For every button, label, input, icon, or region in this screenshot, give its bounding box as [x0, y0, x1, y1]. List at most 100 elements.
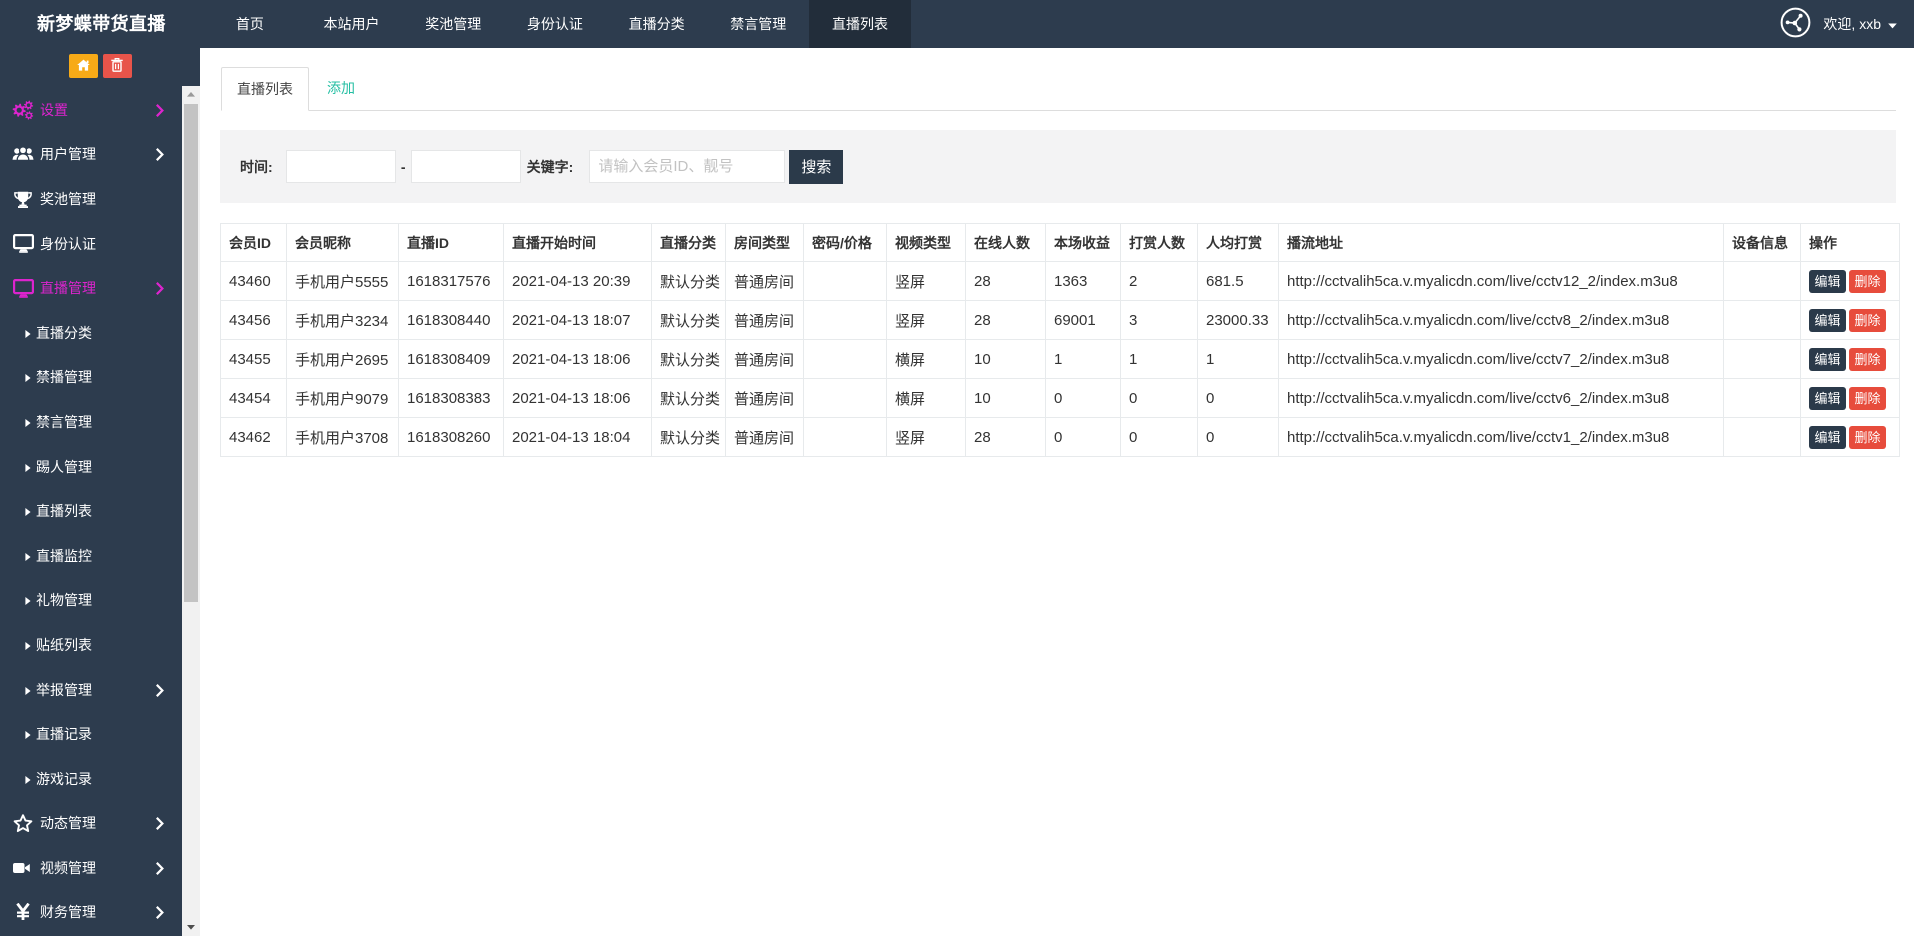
cell — [804, 418, 887, 457]
sidebar-item-4[interactable]: 身份认证 — [0, 221, 182, 266]
time-range-separator: - — [400, 159, 407, 175]
cell — [804, 301, 887, 340]
sidebar-item-14[interactable]: 举报管理 — [0, 667, 182, 712]
sidebar-item-3[interactable]: 奖池管理 — [0, 177, 182, 222]
top-nav-item-5[interactable]: 直播分类 — [606, 0, 708, 48]
sidebar-item-label: 禁言管理 — [36, 412, 92, 432]
cell: 普通房间 — [726, 418, 804, 457]
triangle-right-icon — [25, 771, 31, 787]
sidebar-item-label: 动态管理 — [40, 813, 96, 833]
time-to-input[interactable] — [411, 150, 521, 183]
sidebar-item-9[interactable]: 踢人管理 — [0, 444, 182, 489]
home-button[interactable] — [69, 54, 98, 78]
cell: 1 — [1046, 340, 1121, 379]
sidebar-item-label: 用户管理 — [40, 144, 96, 164]
triangle-right-icon — [25, 548, 31, 564]
edit-button[interactable]: 编辑 — [1809, 270, 1846, 293]
sidebar-item-10[interactable]: 直播列表 — [0, 489, 182, 534]
scrollbar-thumb[interactable] — [184, 104, 198, 602]
cell — [1724, 379, 1801, 418]
keyword-input[interactable] — [589, 150, 785, 183]
delete-button[interactable]: 删除 — [1849, 426, 1886, 449]
cell — [804, 262, 887, 301]
trash-button[interactable] — [103, 54, 132, 78]
scroll-up-arrow-icon[interactable] — [182, 86, 200, 103]
search-button[interactable]: 搜索 — [789, 150, 843, 184]
home-icon — [77, 59, 90, 74]
keyword-label: 关键字: — [527, 157, 574, 177]
scroll-down-arrow-icon[interactable] — [182, 919, 200, 936]
desktop-icon — [12, 279, 34, 298]
cell: 1618308440 — [399, 301, 504, 340]
sidebar-item-11[interactable]: 直播监控 — [0, 533, 182, 578]
time-from-input[interactable] — [286, 150, 396, 183]
top-nav-item-1[interactable]: 首页 — [199, 0, 301, 48]
edit-button[interactable]: 编辑 — [1809, 348, 1846, 371]
sidebar-item-label: 设置 — [40, 100, 68, 120]
edit-button[interactable]: 编辑 — [1809, 309, 1846, 332]
triangle-right-icon — [25, 503, 31, 519]
cell: 1618308383 — [399, 379, 504, 418]
sidebar-item-13[interactable]: 贴纸列表 — [0, 623, 182, 668]
delete-button[interactable]: 删除 — [1849, 309, 1886, 332]
user-menu[interactable]: 欢迎, xxb — [1780, 0, 1897, 48]
cell: 普通房间 — [726, 262, 804, 301]
chevron-right-icon — [155, 147, 165, 165]
sidebar-item-5[interactable]: 直播管理 — [0, 266, 182, 311]
chevron-right-icon — [155, 683, 165, 701]
top-nav-item-2[interactable]: 本站用户 — [301, 0, 403, 48]
column-header-15: 操作 — [1801, 224, 1900, 262]
cell: 28 — [966, 262, 1046, 301]
chevron-right-icon — [155, 103, 165, 121]
cell: 0 — [1046, 418, 1121, 457]
sidebar-menu: 设置 用户管理 奖池管理 身份认证 直播管理直播分类禁播管理禁言管理踢人管理直播… — [0, 86, 182, 936]
delete-button[interactable]: 删除 — [1849, 387, 1886, 410]
sidebar-item-1[interactable]: 设置 — [0, 88, 182, 133]
cell: 43455 — [221, 340, 287, 379]
sidebar-scrollbar[interactable] — [182, 86, 200, 936]
sidebar: 设置 用户管理 奖池管理 身份认证 直播管理直播分类禁播管理禁言管理踢人管理直播… — [0, 48, 200, 936]
cell: 2021-04-13 20:39 — [504, 262, 652, 301]
cell: 1 — [1198, 340, 1279, 379]
cell: 0 — [1198, 379, 1279, 418]
sidebar-item-19[interactable]: 财务管理 — [0, 890, 182, 935]
cell: 43462 — [221, 418, 287, 457]
content-tabs: 直播列表 添加 — [221, 67, 1896, 111]
chevron-right-icon — [155, 905, 165, 923]
sidebar-item-12[interactable]: 礼物管理 — [0, 578, 182, 623]
sidebar-item-16[interactable]: 游戏记录 — [0, 756, 182, 801]
tab-add[interactable]: 添加 — [309, 67, 373, 110]
delete-button[interactable]: 删除 — [1849, 270, 1886, 293]
sidebar-item-18[interactable]: 视频管理 — [0, 846, 182, 891]
sidebar-item-15[interactable]: 直播记录 — [0, 712, 182, 757]
top-nav-item-7[interactable]: 直播列表 — [809, 0, 911, 48]
table-row-3: 43455手机用户269516183084092021-04-13 18:06默… — [221, 340, 1900, 379]
edit-button[interactable]: 编辑 — [1809, 387, 1846, 410]
cell: 2021-04-13 18:06 — [504, 379, 652, 418]
cell: 1618308260 — [399, 418, 504, 457]
triangle-right-icon — [25, 592, 31, 608]
column-header-4: 直播开始时间 — [504, 224, 652, 262]
sidebar-item-2[interactable]: 用户管理 — [0, 132, 182, 177]
cell: 默认分类 — [652, 301, 726, 340]
sidebar-item-6[interactable]: 直播分类 — [0, 310, 182, 355]
sidebar-item-label: 礼物管理 — [36, 590, 92, 610]
app-brand: 新梦蝶带货直播 — [37, 0, 166, 48]
column-header-14: 设备信息 — [1724, 224, 1801, 262]
sidebar-item-17[interactable]: 动态管理 — [0, 801, 182, 846]
cell: 2021-04-13 18:06 — [504, 340, 652, 379]
tab-live-list[interactable]: 直播列表 — [221, 67, 309, 111]
column-header-11: 打赏人数 — [1121, 224, 1198, 262]
cell: 横屏 — [887, 340, 966, 379]
sidebar-item-7[interactable]: 禁播管理 — [0, 355, 182, 400]
sidebar-item-8[interactable]: 禁言管理 — [0, 400, 182, 445]
top-nav-item-3[interactable]: 奖池管理 — [402, 0, 504, 48]
cell: 1363 — [1046, 262, 1121, 301]
edit-button[interactable]: 编辑 — [1809, 426, 1846, 449]
top-nav-item-6[interactable]: 禁言管理 — [707, 0, 809, 48]
cell: 43454 — [221, 379, 287, 418]
delete-button[interactable]: 删除 — [1849, 348, 1886, 371]
sidebar-item-label: 直播列表 — [36, 501, 92, 521]
top-nav-item-4[interactable]: 身份认证 — [504, 0, 606, 48]
cell: 横屏 — [887, 379, 966, 418]
